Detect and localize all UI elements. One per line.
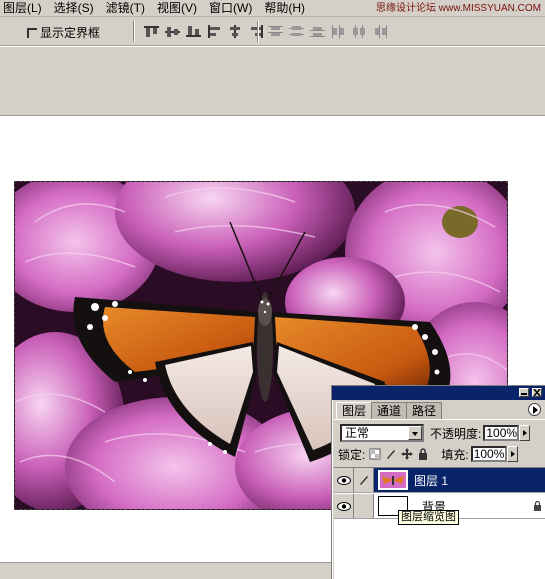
show-bounding-box-label: 显示定界框 (40, 26, 101, 40)
opacity-label: 不透明度: (430, 426, 482, 441)
menu-layer[interactable]: 图层(L) (0, 0, 45, 16)
layer-thumbnail-tooltip: 图层缩览图 (398, 510, 459, 525)
chevron-down-icon[interactable] (408, 426, 422, 440)
show-bounding-box-checkbox[interactable] (27, 27, 37, 38)
layers-panel: 图层 通道 路径 正常 不透明度: 100% 锁定: 填充: 100% 图层 1… (331, 385, 545, 579)
tab-divider (334, 419, 545, 420)
menu-filter[interactable]: 滤镜(T) (103, 0, 148, 16)
panel-menu-icon[interactable] (528, 403, 541, 416)
align-left-edges-button[interactable] (206, 24, 223, 39)
move-icon[interactable] (401, 448, 414, 460)
toolbar-dock-area (0, 47, 545, 116)
blend-mode-select[interactable]: 正常 (340, 424, 424, 442)
lock-icon[interactable] (417, 448, 429, 460)
distribute-vertical-centers-button[interactable] (288, 24, 305, 39)
lock-label: 锁定: (338, 447, 366, 462)
show-bounding-box-option[interactable]: 显示定界框 (27, 24, 100, 41)
align-vertical-centers-button[interactable] (164, 24, 181, 39)
align-bottom-edges-button[interactable] (185, 24, 202, 39)
distribute-left-button[interactable] (330, 24, 347, 39)
panel-tabs: 图层 通道 路径 (336, 402, 443, 420)
layer-thumbnail[interactable] (378, 470, 408, 490)
options-separator (257, 21, 259, 42)
brush-icon[interactable] (385, 448, 397, 460)
distribute-buttons-group (267, 24, 389, 39)
options-separator (133, 21, 135, 42)
menu-view[interactable]: 视图(V) (154, 0, 200, 16)
align-buttons-group (143, 24, 265, 39)
close-icon[interactable] (532, 388, 542, 397)
lock-icon (533, 501, 542, 511)
align-horizontal-centers-button[interactable] (227, 24, 244, 39)
layer-visibility-toggle[interactable] (334, 494, 354, 518)
layer-name: 图层 1 (414, 473, 449, 488)
layer-link-cell[interactable] (354, 494, 374, 518)
eye-icon (336, 501, 351, 511)
menu-bar: 图层(L) 选择(S) 滤镜(T) 视图(V) 窗口(W) 帮助(H) 思缘设计… (0, 0, 545, 17)
menu-help[interactable]: 帮助(H) (261, 0, 308, 16)
menu-window[interactable]: 窗口(W) (206, 0, 255, 16)
layer-visibility-toggle[interactable] (334, 468, 354, 492)
blend-mode-value: 正常 (345, 426, 370, 440)
tab-channels[interactable]: 通道 (371, 402, 408, 419)
fill-slider-arrow-icon[interactable] (506, 446, 518, 462)
fill-label: 填充: (441, 447, 469, 462)
distribute-bottom-button[interactable] (309, 24, 326, 39)
distribute-right-button[interactable] (372, 24, 389, 39)
layer-row-layer-1[interactable]: 图层 1 (334, 468, 545, 493)
brush-icon (359, 476, 368, 485)
opacity-input[interactable]: 100% (483, 425, 520, 441)
align-top-edges-button[interactable] (143, 24, 160, 39)
options-bar: 显示定界框 (0, 17, 545, 46)
distribute-top-button[interactable] (267, 24, 284, 39)
minimize-icon[interactable] (519, 388, 529, 397)
fill-input[interactable]: 100% (470, 446, 507, 462)
tab-layers[interactable]: 图层 (336, 402, 373, 420)
watermark-text: 思缘设计论坛 www.MISSYUAN.COM (375, 3, 541, 14)
menu-select[interactable]: 选择(S) (51, 0, 97, 16)
lock-row: 锁定: 填充: 100% (338, 445, 544, 463)
blend-mode-row: 正常 不透明度: 100% (340, 424, 544, 442)
tab-paths[interactable]: 路径 (406, 402, 443, 419)
distribute-horizontal-centers-button[interactable] (351, 24, 368, 39)
panel-title-bar[interactable] (332, 386, 545, 400)
lock-transparency-icon[interactable] (369, 448, 381, 460)
layer-brush-cell[interactable] (354, 468, 374, 492)
opacity-slider-arrow-icon[interactable] (519, 425, 531, 441)
eye-icon (336, 475, 351, 485)
